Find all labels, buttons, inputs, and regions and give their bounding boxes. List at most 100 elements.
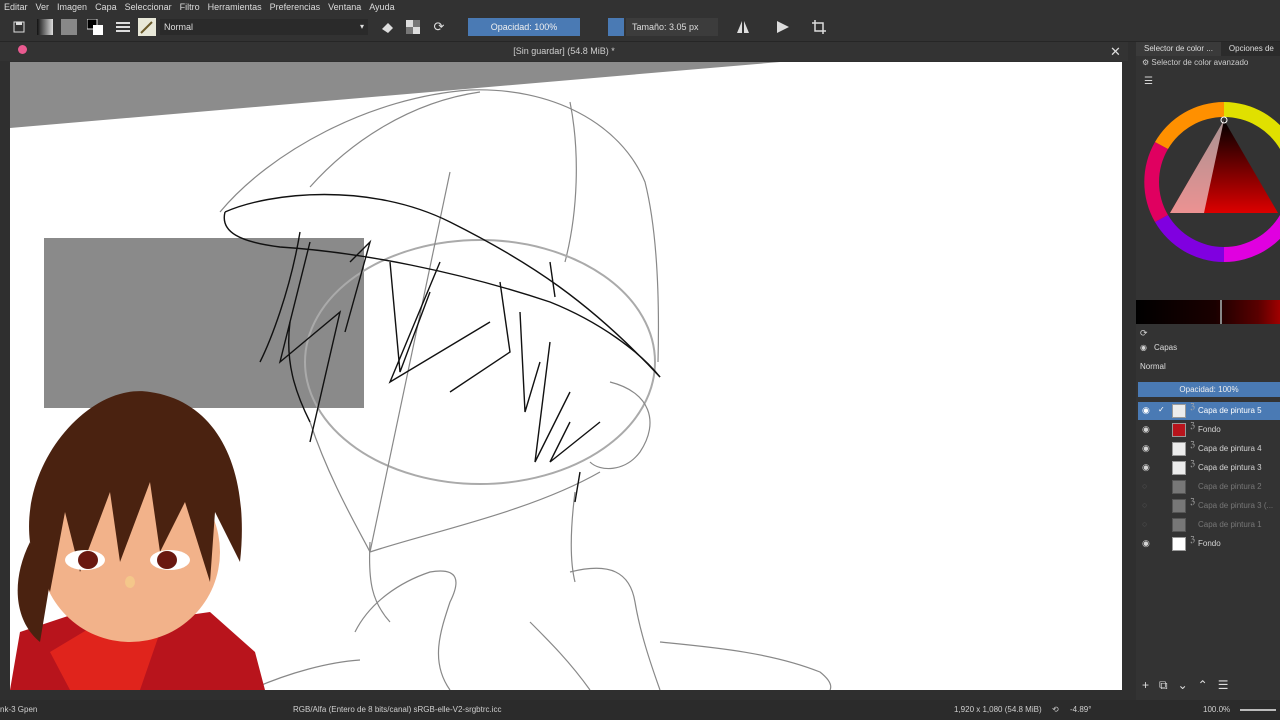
gradient-icon[interactable] — [36, 18, 54, 36]
menu-capa[interactable]: Capa — [91, 2, 121, 12]
alpha-lock-icon[interactable] — [404, 18, 422, 36]
layer-thumbnail — [1172, 537, 1186, 551]
blend-mode-value: Normal — [164, 22, 194, 32]
color-swap-icon[interactable] — [86, 18, 104, 36]
layer-name: Capa de pintura 1 — [1198, 520, 1262, 529]
menu-herramientas[interactable]: Herramientas — [204, 2, 266, 12]
blend-mode-select[interactable]: Normal ▾ — [160, 19, 368, 35]
inherit-alpha-icon[interactable]: ℨ — [1190, 497, 1195, 506]
menu-seleccionar[interactable]: Seleccionar — [121, 2, 176, 12]
status-bar: nk-3 Gpen RGB/Alfa (Entero de 8 bits/can… — [0, 700, 1280, 720]
eye-icon[interactable]: ◉ — [1142, 462, 1150, 473]
advanced-color-selector-label: ⚙ Selector de color avanzado — [1142, 58, 1249, 67]
layer-name: Capa de pintura 5 — [1198, 406, 1262, 415]
eraser-icon[interactable] — [378, 18, 396, 36]
size-swatch — [608, 18, 624, 36]
inherit-alpha-icon[interactable]: ℨ — [1190, 402, 1195, 411]
layer-thumbnail — [1172, 461, 1186, 475]
layer-properties-icon[interactable]: ☰ — [1218, 678, 1229, 698]
canvas-left-gutter — [0, 62, 10, 690]
menu-editar[interactable]: Editar — [0, 2, 32, 12]
close-icon[interactable]: ✕ — [1110, 44, 1121, 60]
color-history-marker — [1220, 300, 1222, 324]
check-icon[interactable]: ✓ — [1158, 405, 1165, 414]
mirror-vertical-icon[interactable] — [774, 18, 792, 36]
eye-icon[interactable]: ◉ — [1142, 538, 1150, 549]
layer-name: Capa de pintura 3 — [1198, 463, 1262, 472]
menu-imagen[interactable]: Imagen — [53, 2, 91, 12]
layer-row[interactable]: ○ ℨ Capa de pintura 3 (... — [1138, 497, 1280, 515]
vtuber-avatar-image — [10, 391, 265, 690]
brush-settings-icon[interactable] — [114, 18, 132, 36]
layers-blend-mode[interactable]: Normal — [1140, 362, 1166, 371]
layer-row[interactable]: ◉ ℨ Capa de pintura 4 — [1138, 440, 1280, 458]
layer-name: Capa de pintura 3 (... — [1198, 501, 1274, 510]
document-title: [Sin guardar] (54.8 MiB) * — [513, 46, 615, 56]
list-icon[interactable]: ☰ — [1144, 76, 1153, 87]
layer-row[interactable]: ◉ ℨ Fondo — [1138, 535, 1280, 553]
save-icon[interactable] — [10, 18, 28, 36]
inherit-alpha-icon[interactable]: ℨ — [1190, 459, 1195, 468]
inherit-alpha-icon[interactable]: ℨ — [1190, 535, 1195, 544]
chevron-down-icon: ▾ — [359, 22, 364, 31]
eye-icon[interactable]: ◉ — [1142, 424, 1150, 435]
layer-name: Capa de pintura 4 — [1198, 444, 1262, 453]
layer-thumbnail — [1172, 442, 1186, 456]
layer-row[interactable]: ◉ ✓ ℨ Capa de pintura 5 — [1138, 402, 1280, 420]
brush-name: nk-3 Gpen — [0, 705, 38, 714]
rotation-value[interactable]: -4.89° — [1070, 705, 1091, 714]
eye-icon[interactable]: ◉ — [1142, 405, 1150, 416]
eye-icon[interactable]: ◉ — [1142, 443, 1150, 454]
menu-preferencias[interactable]: Preferencias — [266, 2, 325, 12]
tab-color-selector[interactable]: Selector de color ... — [1136, 42, 1221, 56]
size-slider[interactable]: Tamaño: 3.05 px — [626, 18, 718, 36]
move-down-icon[interactable]: ⌄ — [1178, 678, 1188, 698]
menu-bar: Editar Ver Imagen Capa Seleccionar Filtr… — [0, 0, 1280, 14]
duplicate-layer-icon[interactable]: ⧉ — [1159, 678, 1168, 698]
add-layer-icon[interactable]: + — [1142, 678, 1149, 698]
move-up-icon[interactable]: ⌃ — [1198, 678, 1208, 698]
mirror-horizontal-icon[interactable] — [734, 18, 752, 36]
inherit-alpha-icon[interactable]: ℨ — [1190, 440, 1195, 449]
menu-filtro[interactable]: Filtro — [176, 2, 204, 12]
layer-row[interactable]: ◉ ℨ Fondo — [1138, 421, 1280, 439]
refresh-icon[interactable]: ⟳ — [1140, 328, 1148, 339]
tab-tool-options[interactable]: Opciones de — [1220, 42, 1280, 56]
crop-icon[interactable] — [810, 18, 828, 36]
brush-preset-icon[interactable] — [138, 18, 156, 36]
canvas-right-gutter — [1122, 62, 1136, 690]
settings-icon[interactable]: ⚙ — [1142, 58, 1149, 67]
color-space: RGB/Alfa (Entero de 8 bits/canal) sRGB-e… — [293, 705, 502, 714]
layer-thumbnail — [1172, 499, 1186, 513]
layer-thumbnail — [1172, 404, 1186, 418]
zoom-value[interactable]: 100.0% — [1203, 705, 1230, 714]
opacity-slider[interactable]: Opacidad: 100% — [468, 18, 580, 36]
color-wheel[interactable] — [1136, 94, 1280, 274]
drawing-canvas[interactable] — [10, 62, 1122, 690]
layer-row[interactable]: ○ Capa de pintura 2 — [1138, 478, 1280, 496]
eye-hidden-icon[interactable]: ○ — [1142, 500, 1147, 510]
inherit-alpha-icon[interactable]: ℨ — [1190, 421, 1195, 430]
reload-icon[interactable]: ⟳ — [430, 18, 448, 36]
layer-row[interactable]: ◉ ℨ Capa de pintura 3 — [1138, 459, 1280, 477]
menu-ver[interactable]: Ver — [32, 2, 54, 12]
menu-ayuda[interactable]: Ayuda — [365, 2, 398, 12]
menu-ventana[interactable]: Ventana — [324, 2, 365, 12]
rotate-icon[interactable]: ⟲ — [1052, 705, 1059, 714]
layers-opacity-slider[interactable]: Opacidad: 100% — [1138, 382, 1280, 397]
layers-panel-title: Capas — [1154, 343, 1178, 352]
right-dock: Selector de color ... Opciones de ⚙ Sele… — [1136, 42, 1280, 700]
layer-row[interactable]: ○ Capa de pintura 1 — [1138, 516, 1280, 534]
eye-hidden-icon[interactable]: ○ — [1142, 519, 1147, 529]
layer-thumbnail — [1172, 480, 1186, 494]
layer-name: Capa de pintura 2 — [1198, 482, 1262, 491]
color-history-strip[interactable] — [1136, 300, 1280, 324]
eye-hidden-icon[interactable]: ○ — [1142, 481, 1147, 491]
pattern-icon[interactable] — [60, 18, 78, 36]
document-tab[interactable]: [Sin guardar] (54.8 MiB) * ✕ — [0, 42, 1128, 61]
zoom-slider[interactable] — [1240, 709, 1276, 711]
image-dimensions: 1,920 x 1,080 (54.8 MiB) — [954, 705, 1042, 714]
layer-name: Fondo — [1198, 425, 1221, 434]
layer-thumbnail — [1172, 518, 1186, 532]
layers-icon: ◉ — [1140, 343, 1147, 352]
